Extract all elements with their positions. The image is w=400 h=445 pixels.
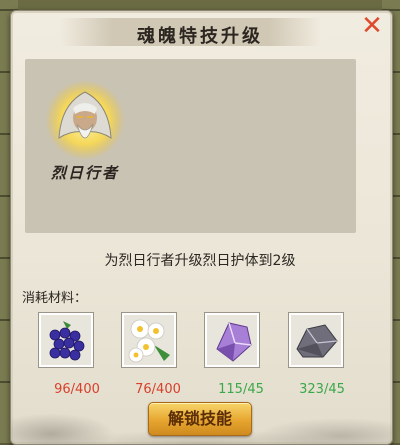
material-slot-ore[interactable] bbox=[288, 312, 344, 368]
purple-berries-icon bbox=[49, 321, 85, 361]
material-slot-berries[interactable] bbox=[38, 312, 94, 368]
material-count-ore: 323/45 bbox=[299, 382, 345, 397]
hero-name: 烈日行者 bbox=[50, 164, 119, 182]
hero-portrait bbox=[43, 78, 127, 162]
sage-portrait-icon bbox=[45, 80, 125, 160]
material-count-crystal: 115/45 bbox=[218, 382, 264, 397]
close-icon[interactable]: ✕ bbox=[360, 13, 384, 39]
material-count-berries: 96/400 bbox=[54, 382, 100, 397]
grey-ore-icon bbox=[296, 324, 338, 358]
material-slot-flowers[interactable] bbox=[121, 312, 177, 368]
materials-row bbox=[38, 312, 344, 376]
material-count-flowers: 76/400 bbox=[135, 382, 181, 397]
materials-counts: 96/400 76/400 115/45 323/45 bbox=[0, 382, 400, 400]
cost-label: 消耗材料： bbox=[22, 291, 88, 306]
upgrade-description: 为烈日行者升级烈日护体到2级 bbox=[104, 253, 296, 269]
white-flowers-icon bbox=[128, 319, 170, 363]
purple-crystal-icon bbox=[216, 322, 252, 362]
dialog-title: 魂魄特技升级 bbox=[137, 26, 263, 47]
material-slot-crystal[interactable] bbox=[204, 312, 260, 368]
unlock-skill-button[interactable]: 解锁技能 bbox=[148, 402, 252, 436]
